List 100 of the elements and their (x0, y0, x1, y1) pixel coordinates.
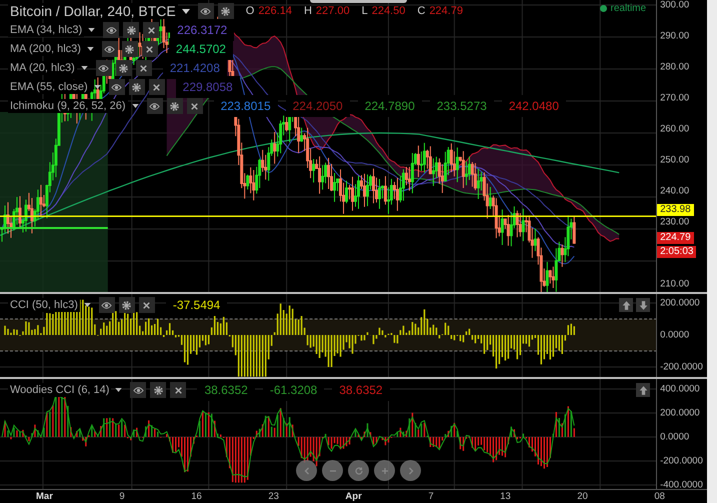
settings-button[interactable] (150, 382, 166, 398)
axis-label: 13 (500, 491, 511, 502)
visibility-button[interactable] (98, 297, 115, 313)
indicator-value: 38.6352 (200, 382, 252, 398)
eye-icon (104, 44, 116, 54)
reset-icon (354, 466, 364, 476)
up-arrow-icon (620, 300, 632, 310)
price-marker: 233.98 (657, 204, 694, 216)
caret-icon[interactable] (84, 303, 91, 307)
ohlc-value: 227.00 (316, 5, 350, 17)
caret-icon[interactable] (132, 104, 139, 108)
indicator-value: -37.5494 (168, 297, 224, 313)
caret-icon[interactable] (80, 66, 88, 70)
axis-label: 260.00 (660, 124, 690, 134)
settings-button[interactable] (116, 60, 132, 76)
visibility-button[interactable] (103, 22, 120, 38)
indicator-value: 226.3172 (173, 22, 232, 38)
remove-button[interactable] (136, 60, 152, 76)
settings-button[interactable] (123, 22, 140, 38)
axis-label: 0.0000 (660, 432, 690, 442)
reset-button[interactable] (348, 460, 369, 481)
remove-button[interactable] (138, 297, 155, 313)
axis-label: 290.00 (660, 30, 690, 42)
eye-icon (149, 100, 160, 112)
ohlc-value: 224.50 (372, 5, 406, 17)
caret-icon[interactable] (115, 388, 122, 392)
eye-icon (98, 62, 110, 74)
axis-label: -200.0000 (660, 456, 703, 466)
axis-label: 280.00 (660, 62, 690, 72)
up-arrow-icon (638, 384, 649, 396)
axis-label: 23 (268, 491, 279, 502)
ohlc-label: O (246, 5, 254, 17)
axis-label: 300.00 (660, 0, 690, 10)
axis-label: 16 (191, 491, 202, 502)
visibility-button[interactable] (102, 41, 118, 57)
move-down-button[interactable] (636, 298, 650, 312)
remove-button[interactable] (142, 41, 158, 57)
indicator-name[interactable]: EMA (55, close) (8, 80, 90, 94)
price-marker: 224.79 (657, 232, 694, 244)
gear-icon (124, 44, 136, 54)
indicator-name[interactable]: MA (200, hlc3) (8, 42, 83, 56)
gear-icon (169, 100, 180, 112)
indicator-name[interactable]: Ichimoku (9, 26, 52, 26) (8, 99, 128, 113)
settings-button[interactable] (218, 3, 234, 19)
remove-button[interactable] (170, 382, 186, 398)
caret-icon[interactable] (88, 28, 96, 32)
close-icon (146, 24, 157, 36)
indicator-name[interactable]: MA (20, hlc3) (8, 61, 77, 75)
plus-icon (380, 466, 390, 476)
axis-label: Apr (345, 491, 362, 502)
remove-button[interactable] (186, 98, 203, 114)
settings-button[interactable] (122, 41, 138, 57)
visibility-button[interactable] (96, 60, 112, 76)
visibility-button[interactable] (198, 3, 214, 19)
indicator-value: 229.8058 (178, 79, 237, 95)
move-up-button[interactable] (619, 298, 634, 312)
indicator-value: 233.5273 (432, 98, 491, 114)
indicator-value: 242.0480 (504, 98, 563, 114)
down-arrow-icon (638, 300, 649, 310)
caret-icon[interactable] (94, 85, 101, 89)
caret-icon[interactable] (86, 47, 94, 51)
indicator-value: 224.7890 (360, 98, 419, 114)
ohlc-label: C (417, 5, 426, 17)
remove-button[interactable] (143, 22, 160, 38)
axis-label: 200.0000 (660, 408, 700, 418)
move-up-button[interactable] (636, 383, 650, 397)
close-icon (151, 82, 162, 92)
realtime-status: realtime (610, 3, 646, 14)
gear-icon (126, 24, 137, 36)
support-line[interactable] (0, 216, 656, 218)
indicator-name[interactable]: Woodies CCI (6, 14) (8, 383, 112, 397)
zoom-in-button[interactable] (374, 460, 395, 481)
indicator-name[interactable]: CCI (50, hlc3) (8, 298, 80, 312)
pane-handle[interactable] (310, 0, 407, 3)
visibility-button[interactable] (108, 79, 125, 95)
eye-icon (101, 300, 112, 310)
gear-icon (220, 6, 232, 16)
axis-label: 400.0000 (660, 384, 700, 394)
eye-icon (111, 82, 122, 92)
close-icon (138, 62, 150, 74)
indicator-value: -61.3208 (266, 382, 322, 398)
indicator-name[interactable]: EMA (34, hlc3) (8, 23, 84, 37)
settings-button[interactable] (118, 297, 135, 313)
zoom-out-button[interactable] (322, 460, 343, 481)
axis-label: 9 (119, 491, 125, 502)
scroll-left-button[interactable] (296, 460, 317, 481)
chart-title[interactable]: Bitcoin / Dollar, 240, BTCE (8, 3, 178, 19)
gear-icon (121, 300, 132, 310)
axis-label: 240.00 (660, 186, 690, 196)
axis-label: 7 (428, 491, 434, 502)
close-icon (189, 100, 200, 112)
visibility-button[interactable] (130, 382, 146, 398)
settings-button[interactable] (166, 98, 183, 114)
eye-icon (106, 24, 117, 36)
visibility-button[interactable] (146, 98, 163, 114)
axis-label: 20 (577, 491, 588, 502)
settings-button[interactable] (128, 79, 145, 95)
remove-button[interactable] (148, 79, 165, 95)
scroll-right-button[interactable] (400, 460, 421, 481)
ohlc-value: 224.79 (429, 5, 463, 17)
